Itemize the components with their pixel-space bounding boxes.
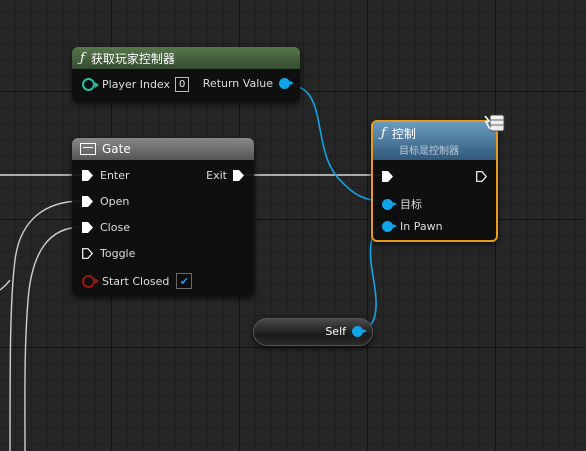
pin-open[interactable]: Open (82, 195, 129, 208)
exec-pin-icon (82, 248, 93, 259)
object-pin-icon (382, 221, 397, 232)
player-index-input[interactable]: 0 (175, 77, 190, 92)
exec-wire-toggle-in (0, 279, 11, 291)
node-title: 控制 (391, 127, 416, 141)
object-pin-icon (279, 78, 294, 89)
exec-pin-icon (82, 170, 93, 181)
get-player-controller-node[interactable]: ƒ 获取玩家控制器 Player Index 0 Return Value (72, 47, 300, 102)
exec-pin-icon (233, 170, 244, 181)
object-pin-icon (382, 198, 397, 210)
node-title: Gate (102, 142, 131, 156)
pin-toggle[interactable]: Toggle (82, 247, 135, 260)
pin-enter[interactable]: Enter (82, 169, 130, 182)
node-title: 获取玩家控制器 (90, 51, 175, 66)
function-icon: ƒ (381, 126, 386, 141)
exec-pin-icon (82, 196, 93, 207)
node-header: ƒ 获取玩家控制器 (72, 47, 300, 69)
self-label: Self (325, 325, 346, 338)
possess-node[interactable]: ƒ 控制 目标是控制器 目标 In Pawn (371, 120, 498, 242)
bool-pin-icon (82, 274, 99, 288)
node-header: Gate (72, 138, 254, 160)
pin-exec-out[interactable] (476, 171, 487, 182)
pin-target[interactable]: 目标 (382, 196, 422, 212)
start-closed-checkbox[interactable]: ✔ (176, 273, 193, 289)
server-only-icon (484, 114, 505, 132)
object-pin-icon (352, 326, 367, 337)
node-header: ƒ 控制 目标是控制器 (373, 122, 496, 160)
exec-pin-icon (82, 222, 93, 233)
exec-pin-icon (476, 171, 487, 182)
node-subtitle: 目标是控制器 (399, 146, 459, 157)
self-node[interactable]: Self (253, 318, 373, 346)
integer-pin-icon (82, 78, 99, 91)
pin-exec-in[interactable] (382, 171, 393, 182)
gate-node[interactable]: Gate Enter Exit Open Close Toggle Start … (72, 138, 254, 296)
pin-in-pawn[interactable]: In Pawn (382, 220, 443, 233)
pin-player-index[interactable]: Player Index 0 (82, 77, 190, 92)
macro-icon (80, 143, 96, 155)
exec-pin-icon (382, 171, 393, 182)
function-icon: ƒ (80, 50, 85, 66)
pin-exit[interactable]: Exit (206, 169, 244, 182)
pin-self[interactable]: Self (325, 325, 367, 338)
pin-return-value[interactable]: Return Value (203, 77, 294, 90)
pin-start-closed[interactable]: Start Closed ✔ (82, 273, 193, 289)
pin-close[interactable]: Close (82, 221, 130, 234)
